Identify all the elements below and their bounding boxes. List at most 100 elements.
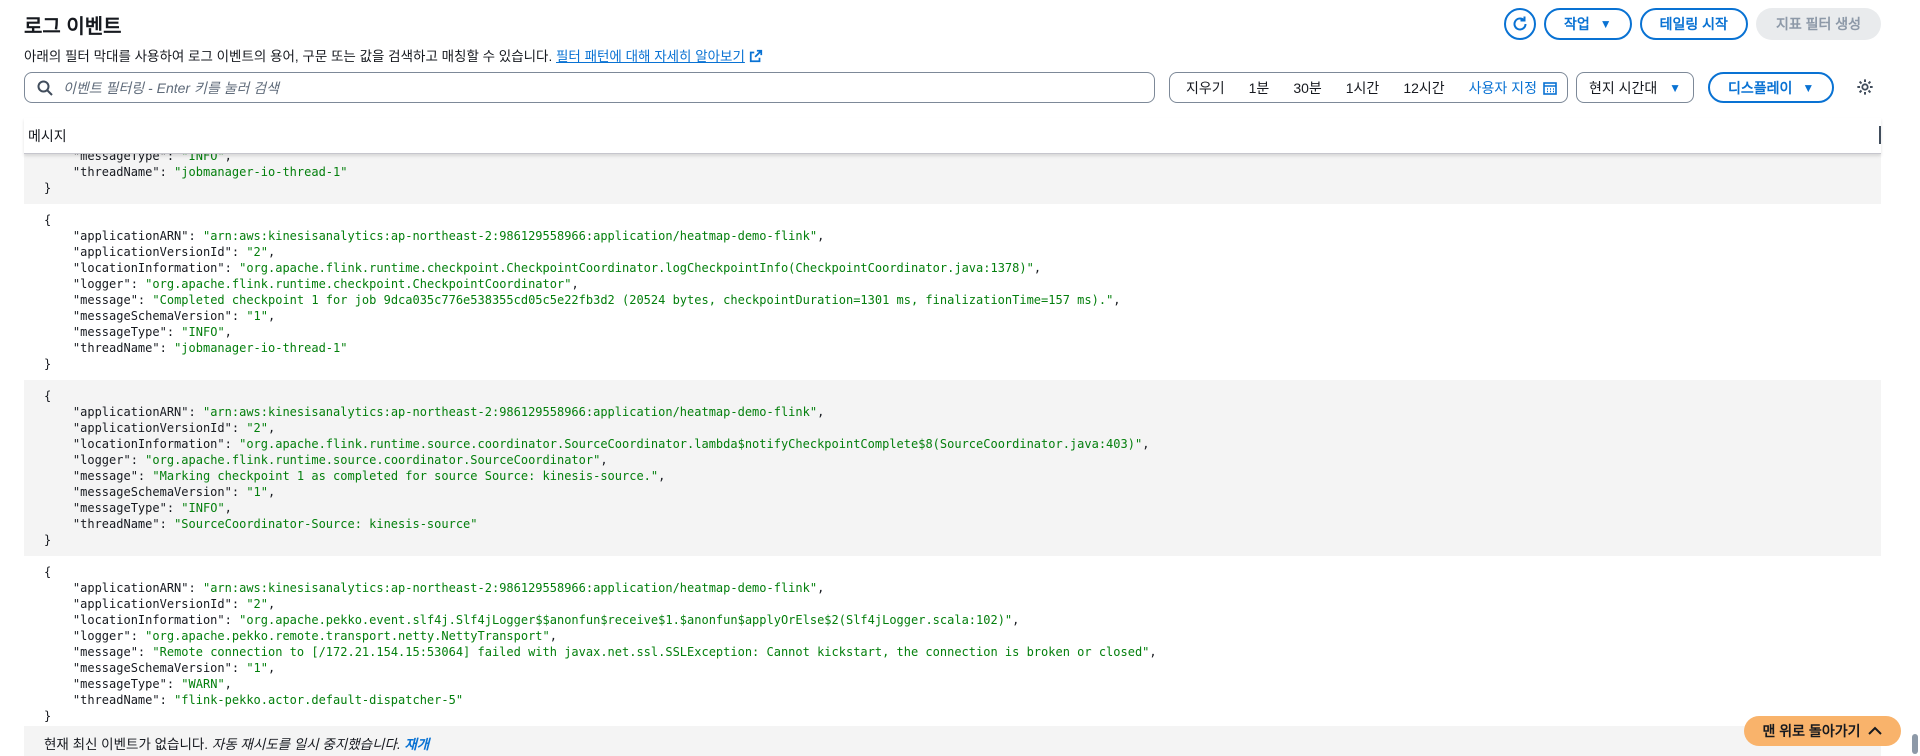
json-value-text: 2	[253, 597, 261, 611]
json-value: "flink-pekko.actor.default-dispatcher-5"	[174, 693, 464, 707]
time-30m-option[interactable]: 30분	[1281, 78, 1333, 98]
json-value-text: Completed checkpoint 1 for job 9dca035c7…	[159, 293, 1107, 307]
json-value: "1"	[246, 485, 269, 499]
json-value-text: arn:aws:kinesisanalytics:ap-northeast-2:…	[210, 581, 810, 595]
description-text: 아래의 필터 막대를 사용하여 로그 이벤트의 용어, 구문 또는 값을 검색하…	[24, 49, 553, 64]
json-value: "org.apache.pekko.event.slf4j.Slf4jLogge…	[239, 613, 1013, 627]
json-value: "INFO"	[181, 501, 225, 515]
time-clear-option[interactable]: 지우기	[1174, 78, 1237, 98]
json-field: "applicationVersionId": "2",	[44, 421, 276, 435]
json-key: applicationARN	[80, 229, 182, 243]
json-key: applicationARN	[80, 581, 182, 595]
page-description: 아래의 필터 막대를 사용하여 로그 이벤트의 용어, 구문 또는 값을 검색하…	[24, 45, 763, 65]
json-value-text: arn:aws:kinesisanalytics:ap-northeast-2:…	[210, 405, 810, 419]
header-actions: 작업 ▼ 테일링 시작 지표 필터 생성	[1503, 8, 1881, 40]
back-to-top-button[interactable]: 맨 위로 돌아가기	[1744, 716, 1901, 746]
search-input[interactable]	[63, 79, 1063, 96]
message-column-label: 메시지	[28, 128, 67, 144]
time-1h-option[interactable]: 1시간	[1334, 78, 1392, 98]
resume-link[interactable]: 재개	[404, 737, 429, 752]
json-value-text: flink-pekko.actor.default-dispatcher-5	[181, 693, 456, 707]
json-field: "locationInformation": "org.apache.flink…	[44, 437, 1150, 451]
json-value: "2"	[246, 597, 269, 611]
json-value-text: INFO	[188, 325, 218, 339]
log-events-list: "messageType": "INFO", "threadName": "jo…	[24, 154, 1881, 756]
json-field: "messageType": "INFO",	[44, 501, 232, 515]
caret-down-icon: ▼	[1669, 80, 1681, 95]
log-event-entry[interactable]: { "applicationARN": "arn:aws:kinesisanal…	[24, 380, 1881, 556]
caret-down-icon: ▼	[1802, 80, 1815, 95]
json-key: message	[80, 645, 131, 659]
paused-text: 자동 재시도를 일시 중지했습니다.	[211, 737, 401, 752]
search-icon	[37, 80, 53, 96]
event-filter-search[interactable]	[24, 72, 1155, 103]
json-key: applicationVersionId	[80, 421, 225, 435]
calendar-icon[interactable]	[1543, 81, 1557, 95]
json-field: "messageType": "WARN",	[44, 677, 232, 691]
json-value: "Marking checkpoint 1 as completed for s…	[152, 469, 659, 483]
json-value: "org.apache.flink.runtime.source.coordin…	[239, 437, 1143, 451]
tail-label: 테일링 시작	[1659, 16, 1728, 32]
external-link-icon	[749, 49, 763, 63]
display-dropdown-button[interactable]: 디스플레이 ▼	[1708, 72, 1835, 103]
learn-more-label: 필터 패턴에 대해 자세히 알아보기	[556, 49, 745, 64]
json-value-text: Marking checkpoint 1 as completed for so…	[159, 469, 651, 483]
json-key: locationInformation	[80, 437, 218, 451]
json-key: logger	[80, 629, 124, 643]
json-close-brace: }	[44, 357, 52, 371]
log-event-entry[interactable]: "messageType": "INFO", "threadName": "jo…	[24, 154, 1881, 204]
json-value-text: SourceCoordinator-Source: kinesis-source	[181, 517, 471, 531]
json-value: "org.apache.flink.runtime.checkpoint.Che…	[145, 277, 572, 291]
time-12h-option[interactable]: 12시간	[1391, 78, 1456, 98]
log-event-entry[interactable]: { "applicationARN": "arn:aws:kinesisanal…	[24, 556, 1881, 732]
gear-icon[interactable]	[1856, 78, 1874, 96]
json-key: messageSchemaVersion	[80, 485, 225, 499]
json-key: locationInformation	[80, 613, 218, 627]
message-column-header: 메시지	[24, 118, 1881, 154]
learn-more-link[interactable]: 필터 패턴에 대해 자세히 알아보기	[556, 49, 763, 64]
page-title: 로그 이벤트	[24, 16, 122, 38]
json-key: threadName	[80, 341, 153, 355]
json-value: "arn:aws:kinesisanalytics:ap-northeast-2…	[202, 405, 818, 419]
json-field: "message": "Remote connection to [/172.2…	[44, 645, 1157, 659]
json-value-text: INFO	[188, 501, 218, 515]
json-value-text: 2	[253, 245, 261, 259]
json-field: "applicationARN": "arn:aws:kinesisanalyt…	[44, 229, 825, 243]
actions-dropdown-button[interactable]: 작업 ▼	[1543, 8, 1632, 40]
json-key: threadName	[80, 517, 153, 531]
start-tailing-button[interactable]: 테일링 시작	[1639, 8, 1748, 40]
column-resizer[interactable]	[1879, 126, 1881, 144]
caret-down-icon: ▼	[1599, 17, 1612, 31]
actions-label: 작업	[1563, 16, 1590, 32]
json-field: "logger": "org.apache.flink.runtime.sour…	[44, 453, 608, 467]
json-value-text: org.apache.flink.runtime.source.coordina…	[152, 453, 594, 467]
refresh-button[interactable]	[1503, 8, 1536, 40]
json-value-text: arn:aws:kinesisanalytics:ap-northeast-2:…	[210, 229, 810, 243]
json-key: applicationVersionId	[80, 245, 225, 259]
json-key: applicationARN	[80, 405, 182, 419]
json-field: "logger": "org.apache.pekko.remote.trans…	[44, 629, 558, 643]
json-value-text: 1	[253, 661, 261, 675]
scrollbar-thumb[interactable]	[1912, 734, 1918, 754]
json-field: "messageType": "INFO",	[44, 325, 232, 339]
json-field: "messageSchemaVersion": "1",	[44, 485, 276, 499]
create-metric-filter-button[interactable]: 지표 필터 생성	[1755, 8, 1881, 40]
timezone-select[interactable]: 현지 시간대 ▼	[1576, 72, 1694, 103]
json-field: "messageType": "INFO",	[44, 154, 1881, 164]
status-row: 현재 최신 이벤트가 없습니다. 자동 재시도를 일시 중지했습니다. 재개	[24, 726, 1881, 756]
json-field: "locationInformation": "org.apache.pekko…	[44, 613, 1020, 627]
log-event-entry[interactable]: { "applicationARN": "arn:aws:kinesisanal…	[24, 204, 1881, 380]
json-value-text: org.apache.flink.runtime.checkpoint.Chec…	[246, 261, 1027, 275]
json-key: message	[80, 469, 131, 483]
json-value: "1"	[246, 309, 269, 323]
json-value: "2"	[246, 245, 269, 259]
metric-filter-label: 지표 필터 생성	[1775, 16, 1861, 32]
json-open-brace: {	[44, 213, 52, 227]
json-value: "INFO"	[181, 154, 224, 163]
json-close-brace: }	[44, 181, 52, 195]
time-1m-option[interactable]: 1분	[1237, 78, 1282, 98]
time-custom-option[interactable]: 사용자 지정	[1457, 78, 1543, 98]
json-field: "threadName": "jobmanager-io-thread-1"	[44, 341, 348, 355]
json-value: "arn:aws:kinesisanalytics:ap-northeast-2…	[202, 229, 818, 243]
chevron-up-icon	[1868, 726, 1883, 735]
